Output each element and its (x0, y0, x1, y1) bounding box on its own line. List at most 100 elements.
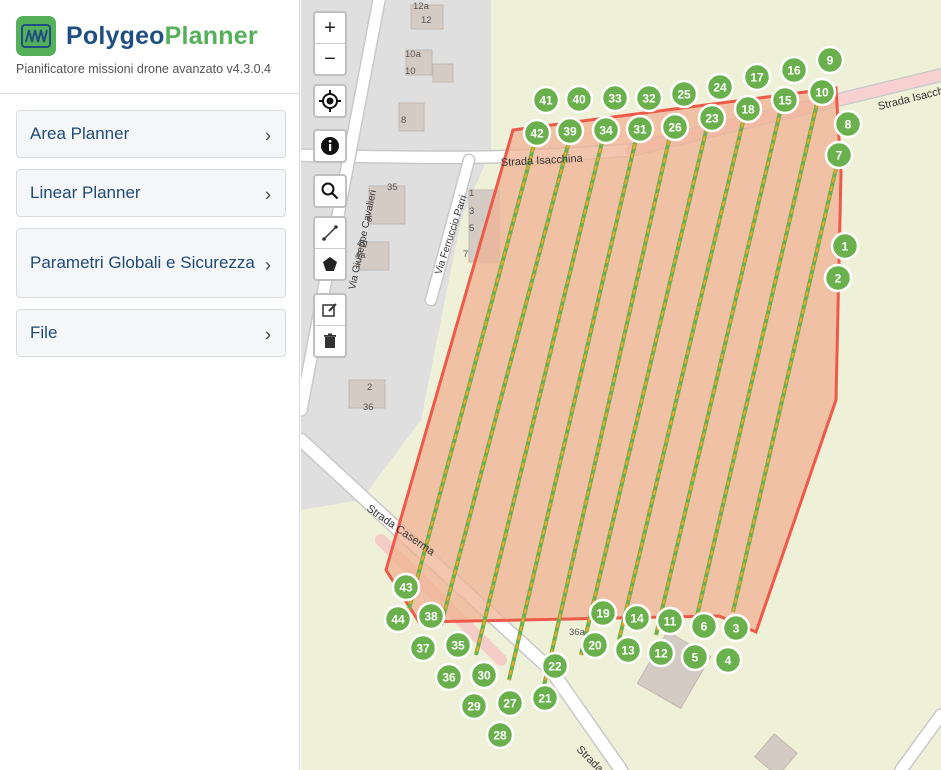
waypoint-marker[interactable]: 37 (408, 633, 438, 663)
waypoint-marker[interactable]: 18 (733, 94, 763, 124)
waypoint-label: 42 (530, 127, 544, 141)
waypoint-label: 25 (677, 88, 691, 102)
waypoint-marker[interactable]: 29 (459, 691, 489, 721)
waypoint-marker[interactable]: 14 (622, 603, 652, 633)
map-canvas[interactable]: 1234567891011121314151617181920212223242… (301, 0, 941, 770)
waypoint-label: 35 (451, 639, 465, 653)
waypoint-marker[interactable]: 2 (823, 263, 853, 293)
house-number: 5 (469, 223, 474, 234)
waypoint-marker[interactable]: 6 (689, 611, 719, 641)
app-title-part2: Planner (164, 21, 258, 50)
waypoint-marker[interactable]: 22 (540, 651, 570, 681)
house-number: 6 (367, 214, 372, 225)
waypoint-label: 28 (493, 729, 507, 743)
house-number: 36 (363, 402, 374, 413)
house-number: 8 (401, 115, 406, 126)
waypoint-marker[interactable]: 21 (530, 683, 560, 713)
waypoint-label: 23 (705, 112, 719, 126)
waypoint-marker[interactable]: 31 (625, 114, 655, 144)
waypoint-marker[interactable]: 36 (434, 662, 464, 692)
draw-line-icon[interactable] (315, 218, 345, 248)
house-number: 2 (367, 382, 372, 393)
waypoint-marker[interactable]: 25 (669, 79, 699, 109)
waypoint-marker[interactable]: 19 (588, 598, 618, 628)
waypoint-label: 6 (701, 620, 708, 634)
waypoint-marker[interactable]: 30 (469, 660, 499, 690)
waypoint-marker[interactable]: 41 (531, 85, 561, 115)
house-number: 12a (413, 1, 430, 12)
waypoint-marker[interactable]: 20 (580, 630, 610, 660)
trash-icon[interactable] (315, 325, 345, 356)
waypoint-label: 40 (572, 93, 586, 107)
info-icon[interactable] (315, 131, 345, 161)
waypoint-label: 36 (442, 671, 456, 685)
menu-file[interactable]: File › (16, 309, 286, 357)
menu-label: File (30, 323, 58, 342)
waypoint-marker[interactable]: 10 (807, 77, 837, 107)
waypoint-marker[interactable]: 9 (815, 45, 845, 75)
locate-icon[interactable] (315, 86, 345, 116)
waypoint-label: 16 (787, 64, 801, 78)
house-number: 12 (421, 15, 432, 26)
waypoint-marker[interactable]: 34 (591, 115, 621, 145)
waypoint-marker[interactable]: 8 (833, 109, 863, 139)
waypoint-marker[interactable]: 1 (830, 231, 860, 261)
waypoint-marker[interactable]: 4 (713, 645, 743, 675)
chevron-right-icon: › (265, 184, 271, 205)
waypoint-label: 24 (713, 81, 727, 95)
waypoint-marker[interactable]: 24 (705, 72, 735, 102)
waypoint-marker[interactable]: 39 (555, 116, 585, 146)
draw-polygon-icon[interactable] (315, 248, 345, 279)
map[interactable]: 1 2 3 4 5 6 7 8 9 10 11 12 13 14 15 16 17 18 19 20 21 22 23 24 2… (301, 0, 941, 770)
chevron-right-icon: › (265, 324, 271, 345)
waypoint-label: 31 (633, 123, 647, 137)
waypoint-label: 29 (467, 700, 481, 714)
waypoint-marker[interactable]: 5 (680, 642, 710, 672)
house-number: 36a (569, 627, 586, 638)
zoom-out-button[interactable]: − (315, 43, 345, 74)
waypoint-marker[interactable]: 43 (391, 572, 421, 602)
draw-toolbar (313, 216, 347, 281)
waypoint-label: 3 (733, 622, 740, 636)
waypoint-marker[interactable]: 7 (824, 140, 854, 170)
waypoint-label: 14 (630, 612, 644, 626)
waypoint-marker[interactable]: 13 (613, 635, 643, 665)
waypoint-marker[interactable]: 15 (770, 85, 800, 115)
waypoint-label: 10 (815, 86, 829, 100)
waypoint-marker[interactable]: 35 (443, 630, 473, 660)
waypoint-label: 33 (608, 92, 622, 106)
waypoint-label: 43 (399, 581, 413, 595)
waypoint-marker[interactable]: 42 (522, 118, 552, 148)
waypoint-marker[interactable]: 27 (495, 688, 525, 718)
waypoint-marker[interactable]: 26 (660, 112, 690, 142)
waypoint-marker[interactable]: 3 (721, 613, 751, 643)
waypoint-label: 2 (835, 272, 842, 286)
waypoint-marker[interactable]: 33 (600, 83, 630, 113)
waypoint-label: 1 (842, 240, 849, 254)
waypoint-marker[interactable]: 32 (634, 83, 664, 113)
waypoint-label: 39 (563, 125, 577, 139)
menu-label: Linear Planner (30, 183, 141, 202)
search-icon[interactable] (315, 176, 345, 206)
menu-global-params[interactable]: Parametri Globali e Sicurezza › (16, 228, 286, 298)
waypoint-label: 15 (778, 94, 792, 108)
zoom-in-button[interactable]: + (315, 13, 345, 43)
house-number: 1 (469, 188, 474, 199)
waypoint-label: 26 (668, 121, 682, 135)
waypoint-label: 19 (596, 607, 610, 621)
waypoint-marker[interactable]: 11 (655, 606, 685, 636)
waypoint-marker[interactable]: 38 (416, 601, 446, 631)
waypoint-marker[interactable]: 16 (779, 55, 809, 85)
waypoint-marker[interactable]: 23 (697, 103, 727, 133)
waypoint-label: 17 (750, 71, 764, 85)
waypoint-marker[interactable]: 28 (485, 720, 515, 750)
waypoint-marker[interactable]: 44 (383, 604, 413, 634)
menu-area-planner[interactable]: Area Planner › (16, 110, 286, 158)
waypoint-marker[interactable]: 17 (742, 62, 772, 92)
waypoint-marker[interactable]: 40 (564, 84, 594, 114)
menu-linear-planner[interactable]: Linear Planner › (16, 169, 286, 217)
search-control (313, 174, 347, 208)
waypoint-marker[interactable]: 12 (646, 638, 676, 668)
edit-icon[interactable] (315, 295, 345, 325)
menu-label: Parametri Globali e Sicurezza (30, 253, 255, 273)
